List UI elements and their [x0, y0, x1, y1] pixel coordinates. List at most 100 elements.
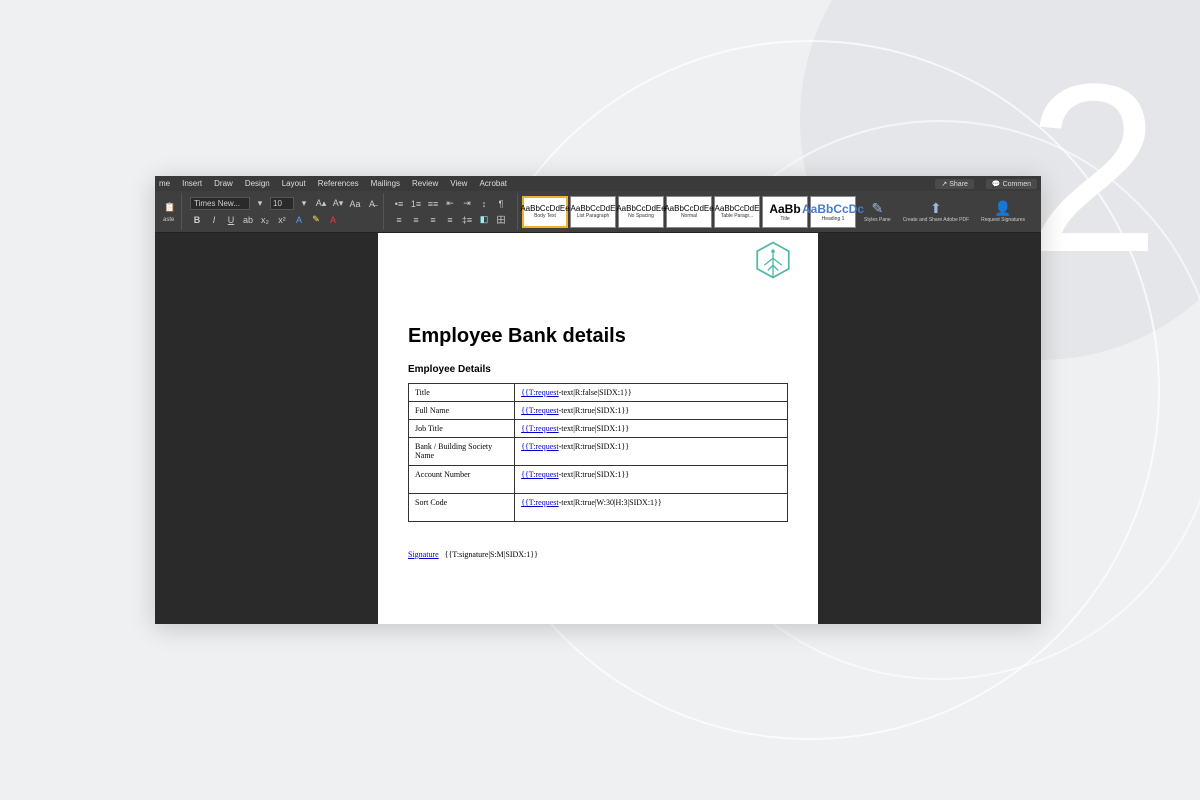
- style-normal[interactable]: AaBbCcDdEeNormal: [666, 196, 712, 228]
- multilevel-icon[interactable]: ≡≡: [426, 197, 440, 211]
- signature-line: Signature {{T:signature|S:M|SIDX:1}}: [408, 550, 788, 559]
- menu-acrobat[interactable]: Acrobat: [479, 179, 507, 188]
- bullets-icon[interactable]: •≡: [392, 197, 406, 211]
- style-table-paragr-[interactable]: AaBbCcDdETable Paragr...: [714, 196, 760, 228]
- align-left-icon[interactable]: ≡: [392, 213, 406, 227]
- document-page[interactable]: Employee Bank details Employee Details T…: [378, 233, 818, 624]
- field-label: Bank / Building Society Name: [409, 438, 515, 466]
- menu-view[interactable]: View: [450, 179, 467, 188]
- table-row: Title{{T:request-text|R:false|SIDX:1}}: [409, 384, 788, 402]
- request-signatures-button[interactable]: 👤 Request Signatures: [977, 200, 1029, 224]
- field-value: {{T:request-text|R:true|W:30|H:3|SIDX:1}…: [515, 494, 788, 522]
- paste-label: aste: [163, 217, 177, 223]
- request-sig-label: Request Signatures: [981, 218, 1025, 224]
- chevron-down-icon[interactable]: ▾: [253, 197, 267, 211]
- align-center-icon[interactable]: ≡: [409, 213, 423, 227]
- style-label: Table Paragr...: [721, 213, 753, 219]
- decrease-indent-icon[interactable]: ⇤: [443, 197, 457, 211]
- menu-insert[interactable]: Insert: [182, 179, 202, 188]
- menu-design[interactable]: Design: [245, 179, 270, 188]
- style-label: No Spacing: [628, 213, 654, 219]
- share-button[interactable]: ↗ Share: [935, 179, 974, 189]
- highlight-icon[interactable]: ✎: [309, 213, 323, 227]
- doc-title: Employee Bank details: [408, 325, 788, 348]
- template-tag: {{T:request: [521, 498, 559, 507]
- template-tag: {{T:request: [521, 470, 559, 479]
- styles-pane-icon: ✎: [871, 200, 883, 217]
- superscript-icon[interactable]: x²: [275, 213, 289, 227]
- table-row: Account Number{{T:request-text|R:true|SI…: [409, 466, 788, 494]
- font-size-select[interactable]: [270, 197, 294, 210]
- field-label: Title: [409, 384, 515, 402]
- style-body-text[interactable]: AaBbCcDdEeBody Text: [522, 196, 568, 228]
- style-sample: AaBbCcDdE: [715, 204, 760, 213]
- style-no-spacing[interactable]: AaBbCcDdEeNo Spacing: [618, 196, 664, 228]
- justify-icon[interactable]: ≡: [443, 213, 457, 227]
- bold-icon[interactable]: B: [190, 213, 204, 227]
- signature-label: Signature: [408, 550, 439, 559]
- style-label: Normal: [681, 213, 697, 219]
- style-label: Title: [780, 216, 789, 222]
- comment-button[interactable]: 💬 Commen: [986, 179, 1037, 189]
- align-right-icon[interactable]: ≡: [426, 213, 440, 227]
- clipboard-group: 📋 aste: [159, 193, 182, 230]
- pilcrow-icon[interactable]: ¶: [494, 197, 508, 211]
- styles-gallery: AaBbCcDdEeBody TextAaBbCcDdEList Paragra…: [522, 196, 856, 228]
- change-case-icon[interactable]: Aa: [348, 197, 362, 211]
- field-label: Sort Code: [409, 494, 515, 522]
- create-pdf-button[interactable]: ⬆ Create and Share Adobe PDF: [899, 200, 973, 224]
- increase-font-icon[interactable]: A▴: [314, 197, 328, 211]
- employee-details-table: Title{{T:request-text|R:false|SIDX:1}}Fu…: [408, 383, 788, 522]
- menu-layout[interactable]: Layout: [282, 179, 306, 188]
- share-label: Share: [949, 181, 968, 188]
- styles-pane-button[interactable]: ✎ Styles Pane: [860, 200, 895, 224]
- doc-section-heading: Employee Details: [408, 364, 788, 375]
- style-sample: AaBbCcDdEe: [616, 204, 665, 213]
- style-heading-[interactable]: AaBbCcDcHeading 1: [810, 196, 856, 228]
- table-row: Full Name{{T:request-text|R:true|SIDX:1}…: [409, 402, 788, 420]
- create-pdf-label: Create and Share Adobe PDF: [903, 218, 969, 224]
- subscript-icon[interactable]: x₂: [258, 213, 272, 227]
- style-label: Heading 1: [822, 216, 845, 222]
- numbering-icon[interactable]: 1≡: [409, 197, 423, 211]
- template-tag: {{T:request: [521, 424, 559, 433]
- increase-indent-icon[interactable]: ⇥: [460, 197, 474, 211]
- text-fill-icon[interactable]: A: [326, 213, 340, 227]
- field-value: {{T:request-text|R:false|SIDX:1}}: [515, 384, 788, 402]
- ribbon: 📋 aste ▾ ▾ A▴ A▾ Aa A̶ B I U ab x₂ x² A: [155, 191, 1041, 233]
- field-value: {{T:request-text|R:true|SIDX:1}}: [515, 420, 788, 438]
- field-value: {{T:request-text|R:true|SIDX:1}}: [515, 466, 788, 494]
- table-row: Sort Code{{T:request-text|R:true|W:30|H:…: [409, 494, 788, 522]
- borders-icon[interactable]: 田: [494, 213, 508, 227]
- font-name-select[interactable]: [190, 197, 250, 210]
- italic-icon[interactable]: I: [207, 213, 221, 227]
- decrease-font-icon[interactable]: A▾: [331, 197, 345, 211]
- paragraph-group: •≡ 1≡ ≡≡ ⇤ ⇥ ↕ ¶ ≡ ≡ ≡ ≡ ‡≡ ◧ 田: [388, 193, 518, 230]
- sort-icon[interactable]: ↕: [477, 197, 491, 211]
- style-sample: AaBbCcDdEe: [520, 204, 569, 213]
- field-value: {{T:request-text|R:true|SIDX:1}}: [515, 402, 788, 420]
- style-sample: AaBbCcDdE: [571, 204, 616, 213]
- template-tag: {{T:request: [521, 442, 559, 451]
- chevron-down-icon[interactable]: ▾: [297, 197, 311, 211]
- style-sample: AaBbCcDdEe: [664, 204, 713, 213]
- pdf-icon: ⬆: [930, 200, 942, 217]
- document-canvas[interactable]: Employee Bank details Employee Details T…: [155, 233, 1041, 624]
- menu-references[interactable]: References: [318, 179, 359, 188]
- menu-draw[interactable]: Draw: [214, 179, 233, 188]
- shading-icon[interactable]: ◧: [477, 213, 491, 227]
- template-tag: {{T:request: [521, 406, 559, 415]
- styles-pane-label: Styles Pane: [864, 218, 891, 224]
- strikethrough-icon[interactable]: ab: [241, 213, 255, 227]
- line-spacing-icon[interactable]: ‡≡: [460, 213, 474, 227]
- underline-icon[interactable]: U: [224, 213, 238, 227]
- clear-format-icon[interactable]: A̶: [365, 197, 379, 211]
- menu-review[interactable]: Review: [412, 179, 438, 188]
- paste-icon[interactable]: 📋: [163, 201, 177, 215]
- menu-home[interactable]: me: [159, 179, 170, 188]
- font-color-icon[interactable]: A: [292, 213, 306, 227]
- style-list-paragraph[interactable]: AaBbCcDdEList Paragraph: [570, 196, 616, 228]
- menu-mailings[interactable]: Mailings: [371, 179, 400, 188]
- signature-icon: 👤: [994, 200, 1011, 217]
- template-tag: {{T:request: [521, 388, 559, 397]
